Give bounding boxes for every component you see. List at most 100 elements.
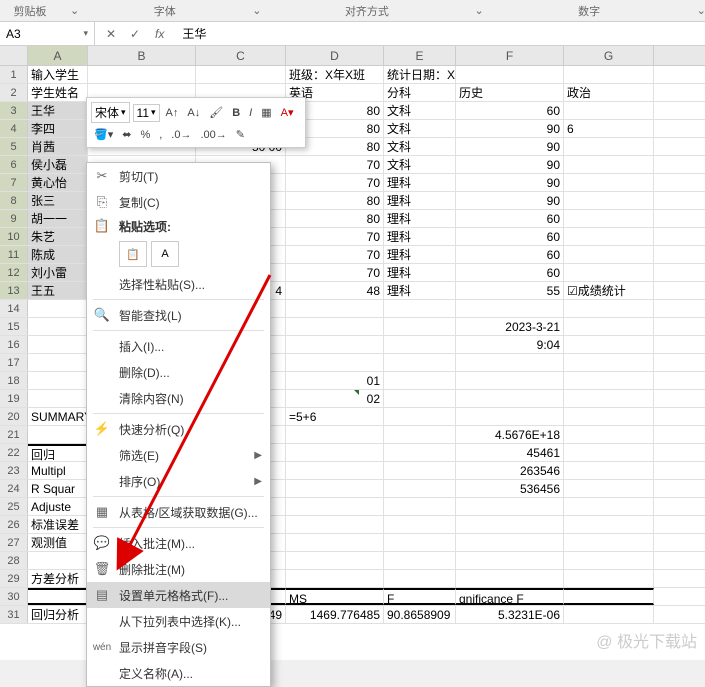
cell[interactable] <box>564 300 654 317</box>
cell[interactable] <box>88 66 196 83</box>
col-header-F[interactable]: F <box>456 46 564 65</box>
cell[interactable]: 胡一一 <box>28 210 88 227</box>
cell[interactable]: ☑成绩统计 <box>564 282 654 299</box>
cell[interactable] <box>564 264 654 281</box>
cell[interactable] <box>384 354 456 371</box>
cell[interactable] <box>384 444 456 461</box>
paste-option-default[interactable]: 📋 <box>119 241 147 267</box>
mini-format-painter-icon[interactable]: 🖌 <box>206 104 226 121</box>
font-launcher[interactable]: ⌄ <box>244 4 269 17</box>
menu-define-name[interactable]: 定义名称(A)... <box>87 660 270 686</box>
row-header[interactable]: 30 <box>0 588 28 605</box>
mini-size-select[interactable]: 11▾ <box>133 104 160 122</box>
cell[interactable]: 观测值 <box>28 534 88 551</box>
cell[interactable] <box>564 192 654 209</box>
fx-icon[interactable]: fx <box>155 27 164 41</box>
row-header[interactable]: 27 <box>0 534 28 551</box>
cell[interactable]: 263546 <box>456 462 564 479</box>
row-header[interactable]: 2 <box>0 84 28 101</box>
cell[interactable]: 理科 <box>384 264 456 281</box>
mini-merge-icon[interactable]: ⬌ <box>119 126 134 143</box>
cell[interactable] <box>456 354 564 371</box>
name-box[interactable]: A3 ▾ <box>0 22 95 45</box>
cell[interactable]: 统计日期：X年X月X日 <box>384 66 456 83</box>
cell[interactable]: 朱艺 <box>28 228 88 245</box>
menu-get-data[interactable]: ▦从表格/区域获取数据(G)... <box>87 499 270 525</box>
cell[interactable] <box>286 552 384 569</box>
row-header[interactable]: 5 <box>0 138 28 155</box>
cell[interactable] <box>564 480 654 497</box>
menu-cut[interactable]: ✂剪切(T) <box>87 163 270 189</box>
cell[interactable]: 90 <box>456 120 564 137</box>
row-header[interactable]: 14 <box>0 300 28 317</box>
cell[interactable]: 60 <box>456 246 564 263</box>
row-header[interactable]: 6 <box>0 156 28 173</box>
paste-option-values[interactable]: A <box>151 241 179 267</box>
row-header[interactable]: 29 <box>0 570 28 587</box>
row-header[interactable]: 1 <box>0 66 28 83</box>
cell[interactable] <box>564 606 654 623</box>
menu-format-cells[interactable]: ▤设置单元格格式(F)... <box>87 582 270 608</box>
col-header-C[interactable]: C <box>196 46 286 65</box>
mini-comma-button[interactable]: , <box>156 127 165 143</box>
cell[interactable] <box>564 372 654 389</box>
cell[interactable] <box>564 354 654 371</box>
cell[interactable]: Multipl <box>28 462 88 479</box>
cell[interactable] <box>286 570 384 587</box>
row-header[interactable]: 31 <box>0 606 28 623</box>
menu-clear[interactable]: 清除内容(N) <box>87 385 270 411</box>
mini-font-select[interactable]: 宋体▾ <box>91 102 130 123</box>
cell[interactable] <box>384 498 456 515</box>
row-header[interactable]: 3 <box>0 102 28 119</box>
cell[interactable]: 9:04 <box>456 336 564 353</box>
cell[interactable]: 2023-3-21 <box>456 318 564 335</box>
row-header[interactable]: 7 <box>0 174 28 191</box>
cell[interactable] <box>564 66 654 83</box>
row-header[interactable]: 24 <box>0 480 28 497</box>
confirm-icon[interactable]: ✓ <box>127 27 143 41</box>
cell[interactable] <box>564 462 654 479</box>
cell[interactable] <box>28 336 88 353</box>
cell[interactable] <box>456 534 564 551</box>
clipboard-launcher[interactable]: ⌄ <box>62 4 87 17</box>
cell[interactable]: 陈成 <box>28 246 88 263</box>
cell[interactable]: gnificance F <box>456 588 564 605</box>
cell[interactable]: 60 <box>456 264 564 281</box>
row-header[interactable]: 28 <box>0 552 28 569</box>
cell[interactable]: 王五 <box>28 282 88 299</box>
mini-increase-font-icon[interactable]: A↑ <box>163 105 182 121</box>
cell[interactable] <box>384 336 456 353</box>
cell[interactable] <box>564 102 654 119</box>
cell[interactable]: 黄心怡 <box>28 174 88 191</box>
row-header[interactable]: 11 <box>0 246 28 263</box>
menu-smart-lookup[interactable]: 🔍智能查找(L) <box>87 302 270 328</box>
cell[interactable] <box>564 444 654 461</box>
menu-insert-comment[interactable]: 💬插入批注(M)... <box>87 530 270 556</box>
cell[interactable]: F <box>384 588 456 605</box>
menu-filter[interactable]: 筛选(E)▶ <box>87 442 270 468</box>
cell[interactable] <box>564 246 654 263</box>
cell[interactable] <box>196 66 286 83</box>
cell[interactable]: 80 <box>286 192 384 209</box>
cell[interactable] <box>456 390 564 407</box>
cell[interactable]: 文科 <box>384 138 456 155</box>
cell[interactable] <box>286 516 384 533</box>
cell[interactable] <box>564 228 654 245</box>
mini-border-icon[interactable]: ▦ <box>258 104 274 121</box>
cell[interactable] <box>28 318 88 335</box>
cell[interactable] <box>286 444 384 461</box>
menu-delete[interactable]: 删除(D)... <box>87 359 270 385</box>
row-header[interactable]: 22 <box>0 444 28 461</box>
cell[interactable] <box>286 336 384 353</box>
cell[interactable] <box>28 372 88 389</box>
cell[interactable]: 理科 <box>384 192 456 209</box>
mini-fill-color-icon[interactable]: 🪣▾ <box>91 126 116 143</box>
cell[interactable] <box>384 408 456 425</box>
cell[interactable]: 60 <box>456 228 564 245</box>
cell[interactable]: 标准误差 <box>28 516 88 533</box>
cell[interactable]: 理科 <box>384 282 456 299</box>
cell[interactable] <box>286 300 384 317</box>
cell[interactable]: 60 <box>456 210 564 227</box>
cell[interactable] <box>564 570 654 587</box>
cell[interactable]: 文科 <box>384 102 456 119</box>
